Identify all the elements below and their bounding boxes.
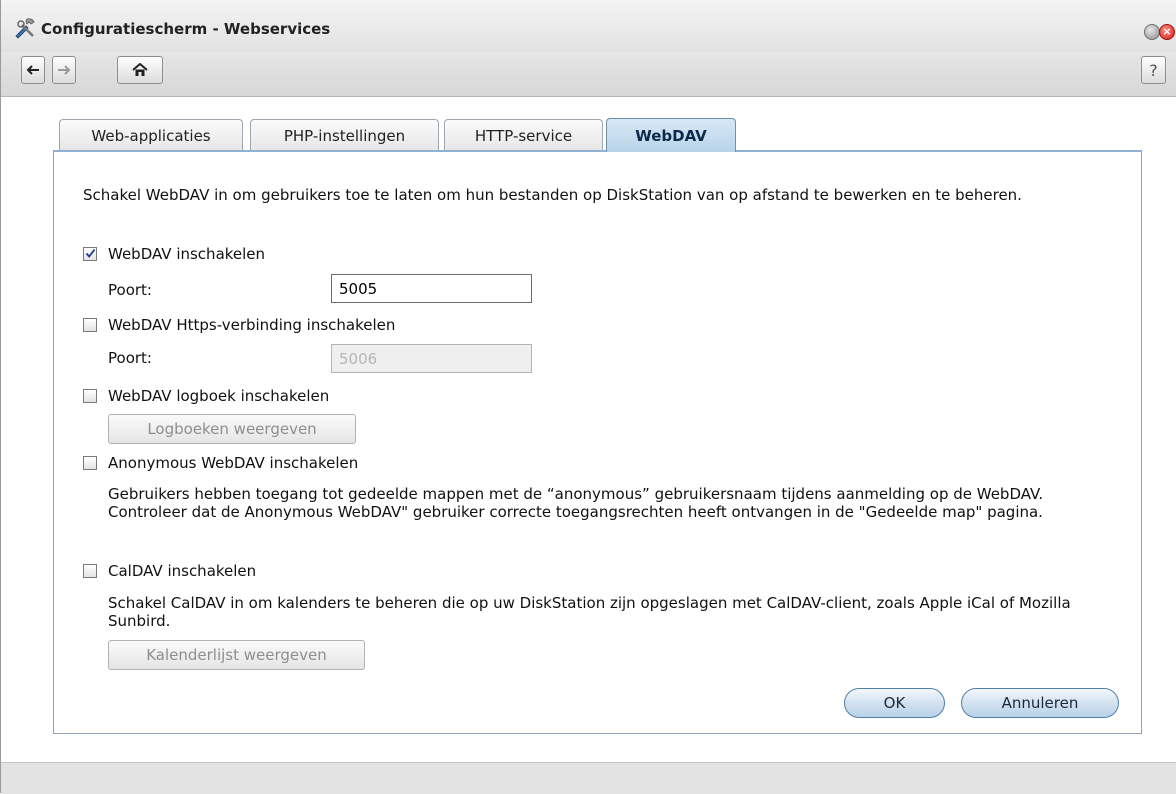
anonymous-webdav-label: Anonymous WebDAV inschakelen [108,454,359,472]
https-port-label: Poort: [108,349,152,367]
https-port-input[interactable] [331,344,532,373]
window-title: Configuratiescherm - Webservices [41,20,331,38]
port-label: Poort: [108,281,152,299]
close-icon[interactable]: × [1159,24,1175,40]
caldav-enable-checkbox[interactable] [83,564,97,578]
title-bar: Configuratiescherm - Webservices × [1,0,1176,52]
ok-button[interactable]: OK [844,688,945,718]
home-button[interactable] [117,56,163,84]
webdav-enable-label: WebDAV inschakelen [108,245,266,263]
forward-button[interactable] [52,56,76,84]
log-enable-label: WebDAV logboek inschakelen [108,387,330,405]
view-logs-label: Logboeken weergeven [147,420,317,438]
forward-arrow-icon [58,65,71,75]
status-bar [1,762,1176,794]
tab-label: PHP-instellingen [283,126,406,145]
webdav-description: Schakel WebDAV in om gebruikers toe te l… [83,186,1022,204]
tools-icon [13,16,37,40]
log-enable-checkbox[interactable] [83,389,97,403]
help-button[interactable]: ? [1141,56,1166,84]
toolbar [1,52,1176,97]
home-icon [132,63,148,76]
view-logs-button[interactable]: Logboeken weergeven [108,414,356,444]
tab-http-service[interactable]: HTTP-service [444,119,603,151]
back-button[interactable] [21,56,45,84]
anonymous-webdav-checkbox[interactable] [83,456,97,470]
tab-label: Web-applicaties [91,126,211,145]
cancel-label: Annuleren [1001,694,1079,712]
https-enable-checkbox[interactable] [83,318,97,332]
anonymous-webdav-description: Gebruikers hebben toegang tot gedeelde m… [108,485,1044,521]
tab-webdav[interactable]: WebDAV [606,118,736,152]
help-icon: ? [1149,60,1158,80]
caldav-description: Schakel CalDAV in om kalenders te behere… [108,594,1071,630]
port-input[interactable] [331,274,532,303]
tab-php-instellingen[interactable]: PHP-instellingen [250,119,439,151]
view-calendars-label: Kalenderlijst weergeven [146,646,327,664]
webdav-enable-checkbox[interactable] [83,247,97,261]
checkmark-icon [85,248,96,258]
tab-label: WebDAV [635,126,707,145]
https-enable-label: WebDAV Https-verbinding inschakelen [108,316,396,334]
tab-label: HTTP-service [474,126,573,145]
tab-web-applicaties[interactable]: Web-applicaties [59,119,243,151]
view-calendars-button[interactable]: Kalenderlijst weergeven [108,640,365,670]
cancel-button[interactable]: Annuleren [961,688,1119,718]
ok-label: OK [883,694,906,712]
back-arrow-icon [26,65,39,75]
control-panel-window: Configuratiescherm - Webservices × ? Web… [0,0,1176,794]
minimize-icon[interactable] [1144,24,1160,40]
caldav-enable-label: CalDAV inschakelen [108,562,257,580]
